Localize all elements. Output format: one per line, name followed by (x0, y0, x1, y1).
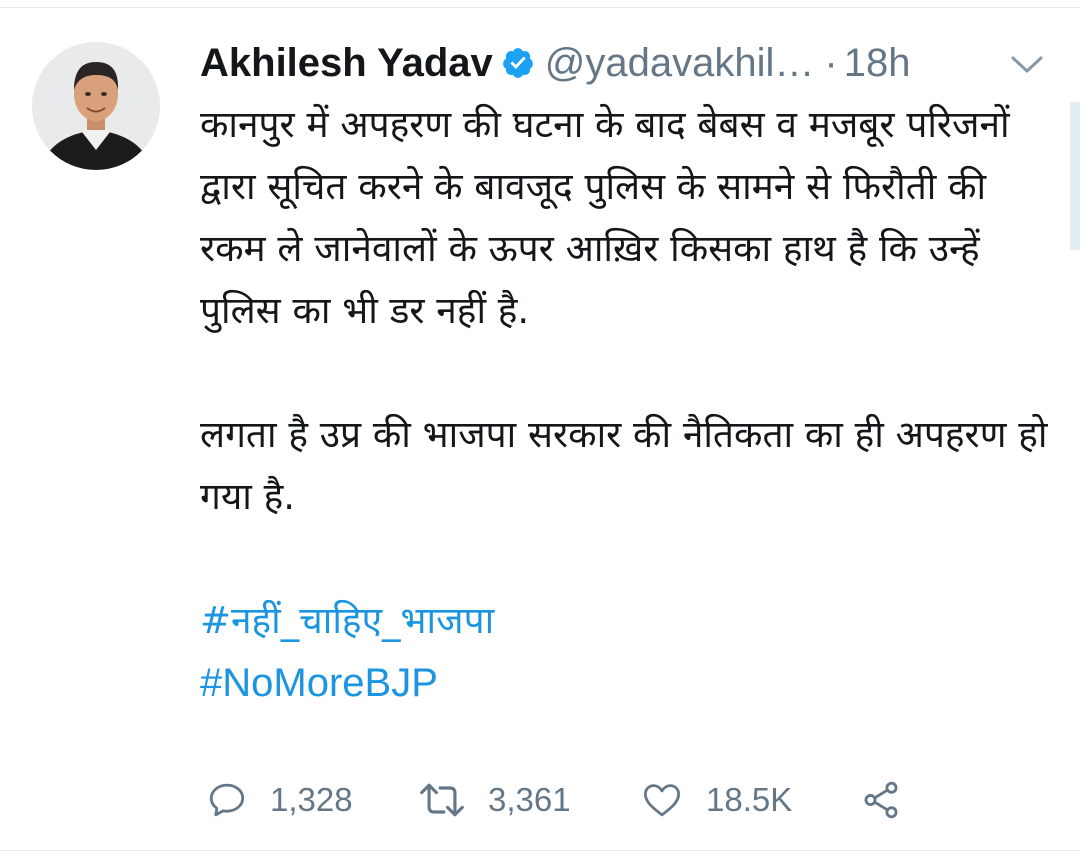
bottom-divider (0, 850, 1080, 851)
verified-badge-icon (501, 46, 535, 80)
tweet-timestamp[interactable]: 18h (844, 41, 911, 86)
share-icon (864, 781, 898, 819)
hashtag-link-nomorebjp[interactable]: #NoMoreBJP (200, 652, 1062, 714)
hashtag-link-hindi[interactable]: #नहीं_चाहिए_भाजपा (200, 590, 1062, 652)
author-name[interactable]: Akhilesh Yadav (200, 41, 493, 86)
scrollbar-thumb[interactable] (1070, 102, 1080, 250)
retweet-count: 3,361 (488, 781, 571, 818)
reply-count: 1,328 (270, 781, 353, 818)
like-count: 18.5K (706, 781, 793, 818)
share-button[interactable] (860, 776, 902, 824)
header-separator: · (824, 40, 838, 85)
reply-button[interactable]: 1,328 (206, 776, 353, 824)
tweet-header: Akhilesh Yadav @yadavakhil… · 18h (200, 38, 1060, 88)
retweet-icon (420, 783, 464, 817)
like-button[interactable]: 18.5K (640, 776, 792, 824)
reply-icon (209, 783, 245, 817)
tweet-actions: 1,328 3,361 18.5K (200, 776, 1060, 824)
avatar[interactable] (32, 42, 160, 170)
tweet-text: कानपुर में अपहरण की घटना के बाद बेबस व म… (200, 94, 1062, 714)
avatar-image (32, 42, 160, 170)
author-handle[interactable]: @yadavakhil… (545, 41, 815, 86)
top-divider (0, 0, 1080, 8)
chevron-down-icon[interactable] (1008, 50, 1046, 78)
like-icon (643, 784, 681, 817)
tweet-paragraph-1: कानपुर में अपहरण की घटना के बाद बेबस व म… (200, 103, 1010, 332)
retweet-button[interactable]: 3,361 (418, 776, 571, 824)
tweet-paragraph-2: लगता है उप्र की भाजपा सरकार की नैतिकता क… (200, 413, 1048, 518)
tweet[interactable]: Akhilesh Yadav @yadavakhil… · 18h कानपुर… (0, 0, 1080, 854)
